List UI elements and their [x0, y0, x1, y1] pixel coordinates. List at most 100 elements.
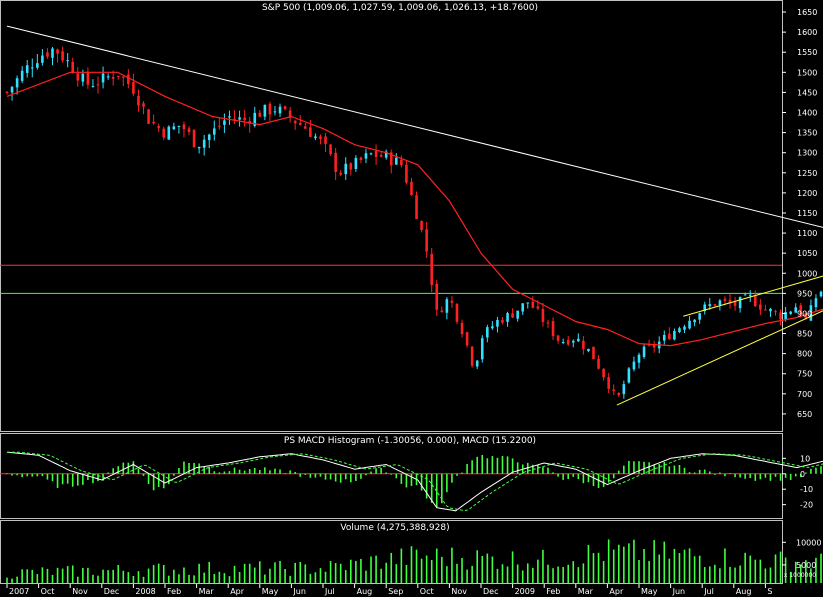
- macd-y-tick-label: -10: [800, 485, 813, 494]
- candle-body: [202, 139, 206, 148]
- candle-body: [405, 164, 408, 183]
- x-tick-label: May: [262, 587, 279, 596]
- x-tick-label: 2007: [9, 587, 29, 596]
- candle-body: [268, 103, 272, 115]
- candle-body: [617, 392, 621, 396]
- candle-body: [137, 95, 140, 106]
- candle-body: [551, 321, 555, 337]
- price-y-tick-label: 800: [797, 350, 812, 359]
- candle-body: [460, 322, 464, 335]
- candle-body: [223, 120, 226, 125]
- macd-line: [6, 451, 823, 512]
- candle-body: [774, 311, 777, 313]
- x-tick-label: Feb: [546, 587, 560, 596]
- price-y-tick-label: 1450: [797, 88, 817, 97]
- x-tick-label: Jun: [292, 587, 306, 596]
- candle-body: [207, 134, 211, 141]
- candle-body: [738, 297, 742, 309]
- candle-body: [536, 306, 540, 309]
- price-y-tick-label: 700: [797, 390, 812, 399]
- candle-body: [455, 303, 459, 322]
- candle-body: [152, 121, 155, 124]
- x-tick-label: Oct: [420, 587, 434, 596]
- candle-body: [561, 341, 565, 343]
- candle-body: [789, 311, 792, 314]
- candle-body: [395, 157, 398, 165]
- candle-body: [364, 153, 368, 159]
- x-tick-label: Jul: [703, 587, 714, 596]
- price-series-layer: [0, 25, 823, 406]
- candle-body: [96, 84, 100, 86]
- candle-body: [733, 301, 737, 306]
- candle-body: [415, 195, 418, 219]
- candle-body: [814, 298, 818, 308]
- candle-body: [491, 326, 494, 329]
- candle-body: [197, 146, 201, 149]
- candle-body: [212, 128, 216, 135]
- candle-body: [293, 120, 297, 124]
- candle-body: [759, 304, 762, 310]
- candle-body: [369, 153, 373, 155]
- trend-line: [616, 310, 823, 406]
- candle-body: [187, 128, 191, 133]
- volume-unit-label: x 1000000: [784, 572, 816, 579]
- x-tick-label: Apr: [609, 587, 624, 596]
- candle-body: [612, 389, 616, 392]
- x-tick-label: Apr: [230, 587, 245, 596]
- candle-body: [526, 302, 530, 304]
- candle-body: [228, 116, 231, 118]
- volume-y-tick-label: 5000: [796, 561, 816, 570]
- candle-body: [142, 103, 145, 107]
- candle-body: [678, 328, 681, 333]
- candle-body: [450, 300, 454, 303]
- price-y-tick-label: 1100: [797, 229, 817, 238]
- price-y-tick-label: 900: [797, 309, 812, 318]
- volume-y-tick-label: 10000: [796, 538, 821, 547]
- candle-body: [10, 86, 14, 93]
- x-tick-label: Oct: [41, 587, 55, 596]
- candle-body: [5, 92, 9, 94]
- price-y-tick-label: 1650: [797, 8, 817, 17]
- candle-body: [521, 303, 525, 312]
- moving-average-line: [6, 71, 823, 347]
- candle-body: [76, 73, 80, 81]
- candle-body: [273, 111, 277, 113]
- candle-body: [607, 377, 610, 389]
- x-tick-label: 2008: [135, 587, 155, 596]
- macd-signal-line: [7, 451, 823, 512]
- candle-body: [546, 322, 550, 324]
- candle-body: [218, 125, 221, 127]
- candle-body: [597, 358, 600, 369]
- candle-body: [662, 334, 666, 341]
- price-y-tick-label: 1300: [797, 149, 817, 158]
- candle-body: [708, 304, 712, 307]
- x-tick-label: Nov: [72, 587, 88, 596]
- price-y-tick-label: 1200: [797, 189, 817, 198]
- candle-body: [688, 320, 691, 329]
- candle-body: [748, 294, 752, 296]
- candle-body: [162, 128, 166, 138]
- price-y-tick-label: 1500: [797, 68, 817, 77]
- candle-body: [106, 76, 110, 78]
- candle-body: [587, 348, 590, 352]
- candle-body: [769, 308, 772, 312]
- axis-layer: 650 700 750 800 850 900 950 1000 1050 1100 1150 120…: [6, 8, 821, 596]
- candle-body: [304, 126, 307, 129]
- candle-body: [531, 301, 535, 308]
- candle-body: [430, 253, 434, 286]
- x-tick-label: May: [641, 587, 658, 596]
- candle-body: [243, 117, 246, 121]
- candle-body: [592, 346, 595, 360]
- candle-body: [51, 48, 54, 58]
- macd-panel-frame: [0, 433, 783, 519]
- candle-body: [470, 346, 474, 366]
- candle-body: [349, 163, 353, 170]
- candle-body: [602, 368, 605, 378]
- price-y-tick-label: 1400: [797, 109, 817, 118]
- candle-body: [116, 75, 120, 77]
- candle-body: [673, 330, 676, 340]
- x-tick-label: Jul: [324, 587, 335, 596]
- candle-body: [379, 154, 383, 157]
- candle-body: [516, 310, 519, 319]
- candle-body: [577, 338, 580, 342]
